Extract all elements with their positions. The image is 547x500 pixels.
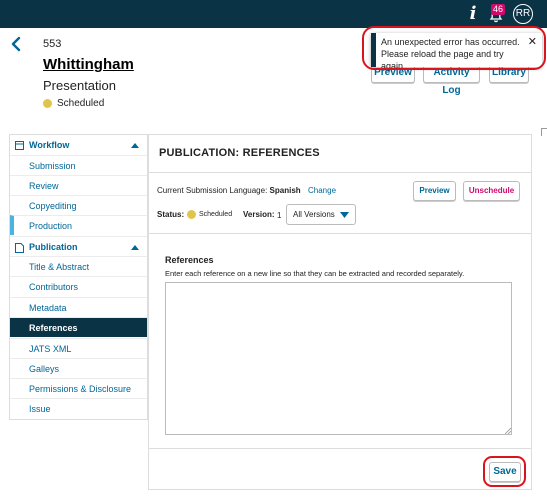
sidebar-item-references[interactable]: References bbox=[10, 317, 147, 337]
publication-status: Scheduled bbox=[199, 211, 233, 218]
chevron-down-icon bbox=[340, 212, 349, 218]
sidebar-item-issue[interactable]: Issue bbox=[10, 398, 147, 418]
sidebar-item-review[interactable]: Review bbox=[10, 175, 147, 195]
references-field-label: References bbox=[165, 255, 214, 265]
all-versions-label: All Versions bbox=[293, 210, 335, 219]
references-textarea[interactable] bbox=[165, 282, 512, 435]
version-label: Version: bbox=[243, 210, 275, 219]
workflow-icon bbox=[15, 141, 24, 150]
sidebar-item-galleys[interactable]: Galleys bbox=[10, 358, 147, 378]
annotation-highlight-save bbox=[483, 456, 526, 487]
sidebar-item-permissions-disclosure[interactable]: Permissions & Disclosure bbox=[10, 378, 147, 398]
publication-status-label: Status: bbox=[157, 210, 185, 219]
sidebar-item-jats-xml[interactable]: JATS XML bbox=[10, 338, 147, 358]
all-versions-dropdown[interactable]: All Versions bbox=[286, 204, 356, 225]
change-language-link[interactable]: Change bbox=[308, 186, 336, 195]
scroll-edge-marker bbox=[541, 128, 547, 136]
sidebar-item-metadata[interactable]: Metadata bbox=[10, 297, 147, 317]
sidebar-nav: Workflow Submission Review Copyediting P… bbox=[9, 134, 148, 420]
sidebar-item-contributors[interactable]: Contributors bbox=[10, 276, 147, 296]
unschedule-button[interactable]: Unschedule bbox=[463, 181, 520, 201]
user-avatar[interactable]: RR bbox=[513, 4, 533, 24]
info-icon[interactable]: i bbox=[468, 4, 478, 24]
status-indicator-dot bbox=[43, 99, 52, 108]
sidebar-section-label: Publication bbox=[29, 242, 78, 252]
sidebar-section-label: Workflow bbox=[29, 140, 70, 150]
submission-status: Scheduled bbox=[57, 98, 105, 109]
publication-icon bbox=[15, 243, 24, 253]
submission-author: Whittingham bbox=[43, 56, 134, 73]
resize-grip-icon[interactable] bbox=[505, 428, 511, 434]
chevron-up-icon bbox=[131, 245, 139, 250]
status-indicator-dot bbox=[187, 210, 196, 219]
sidebar-item-production[interactable]: Production bbox=[10, 215, 147, 235]
notifications-badge: 46 bbox=[491, 4, 506, 15]
annotation-highlight-error bbox=[362, 26, 546, 70]
back-chevron-icon[interactable] bbox=[9, 36, 23, 52]
version-number: 1 bbox=[277, 211, 282, 220]
sidebar-section-publication[interactable]: Publication bbox=[10, 236, 147, 256]
notifications-button[interactable]: 46 bbox=[487, 4, 507, 24]
title-divider bbox=[149, 172, 531, 173]
page-title: PUBLICATION: REFERENCES bbox=[159, 147, 320, 159]
sidebar-item-submission[interactable]: Submission bbox=[10, 155, 147, 175]
chevron-up-icon bbox=[131, 143, 139, 148]
references-field-description: Enter each reference on a new line so th… bbox=[165, 269, 465, 278]
sidebar-item-copyediting[interactable]: Copyediting bbox=[10, 195, 147, 215]
publication-preview-button[interactable]: Preview bbox=[413, 181, 456, 201]
submission-id: 553 bbox=[43, 38, 62, 50]
top-bar: i 46 RR bbox=[0, 0, 547, 28]
submission-language: Current Submission Language: Spanish bbox=[157, 186, 301, 195]
sidebar-section-workflow[interactable]: Workflow bbox=[10, 135, 147, 155]
language-label: Current Submission Language: bbox=[157, 186, 268, 195]
submission-type: Presentation bbox=[43, 78, 116, 93]
language-value: Spanish bbox=[269, 186, 301, 195]
sidebar-item-title-abstract[interactable]: Title & Abstract bbox=[10, 256, 147, 276]
